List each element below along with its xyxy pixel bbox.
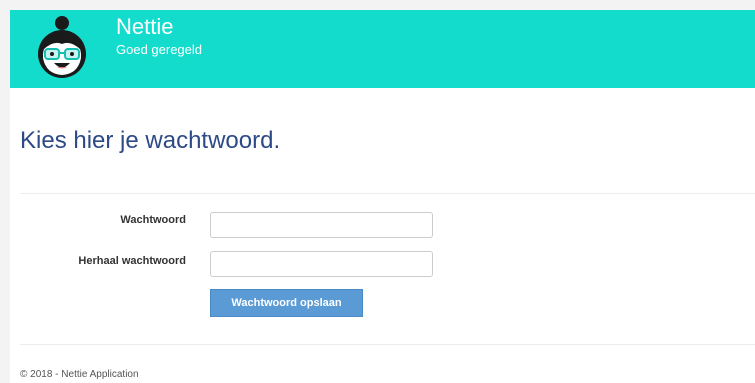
- brand-name[interactable]: Nettie: [116, 16, 173, 38]
- nettie-avatar-icon[interactable]: [33, 14, 91, 80]
- page-title: Kies hier je wachtwoord.: [20, 127, 281, 154]
- confirm-password-label: Herhaal wachtwoord: [78, 255, 186, 267]
- footer-copyright: © 2018 - Nettie Application: [20, 369, 139, 380]
- confirm-password-field[interactable]: [210, 251, 433, 277]
- password-label: Wachtwoord: [120, 214, 186, 226]
- page-frame: Nettie Goed geregeld Kies hier je wachtw…: [10, 10, 755, 383]
- save-password-button[interactable]: Wachtwoord opslaan: [210, 289, 363, 317]
- brand-tagline: Goed geregeld: [116, 42, 203, 57]
- title-divider: [20, 193, 755, 194]
- footer-divider: [20, 344, 755, 345]
- site-header: Nettie Goed geregeld: [10, 10, 755, 88]
- password-field[interactable]: [210, 212, 433, 238]
